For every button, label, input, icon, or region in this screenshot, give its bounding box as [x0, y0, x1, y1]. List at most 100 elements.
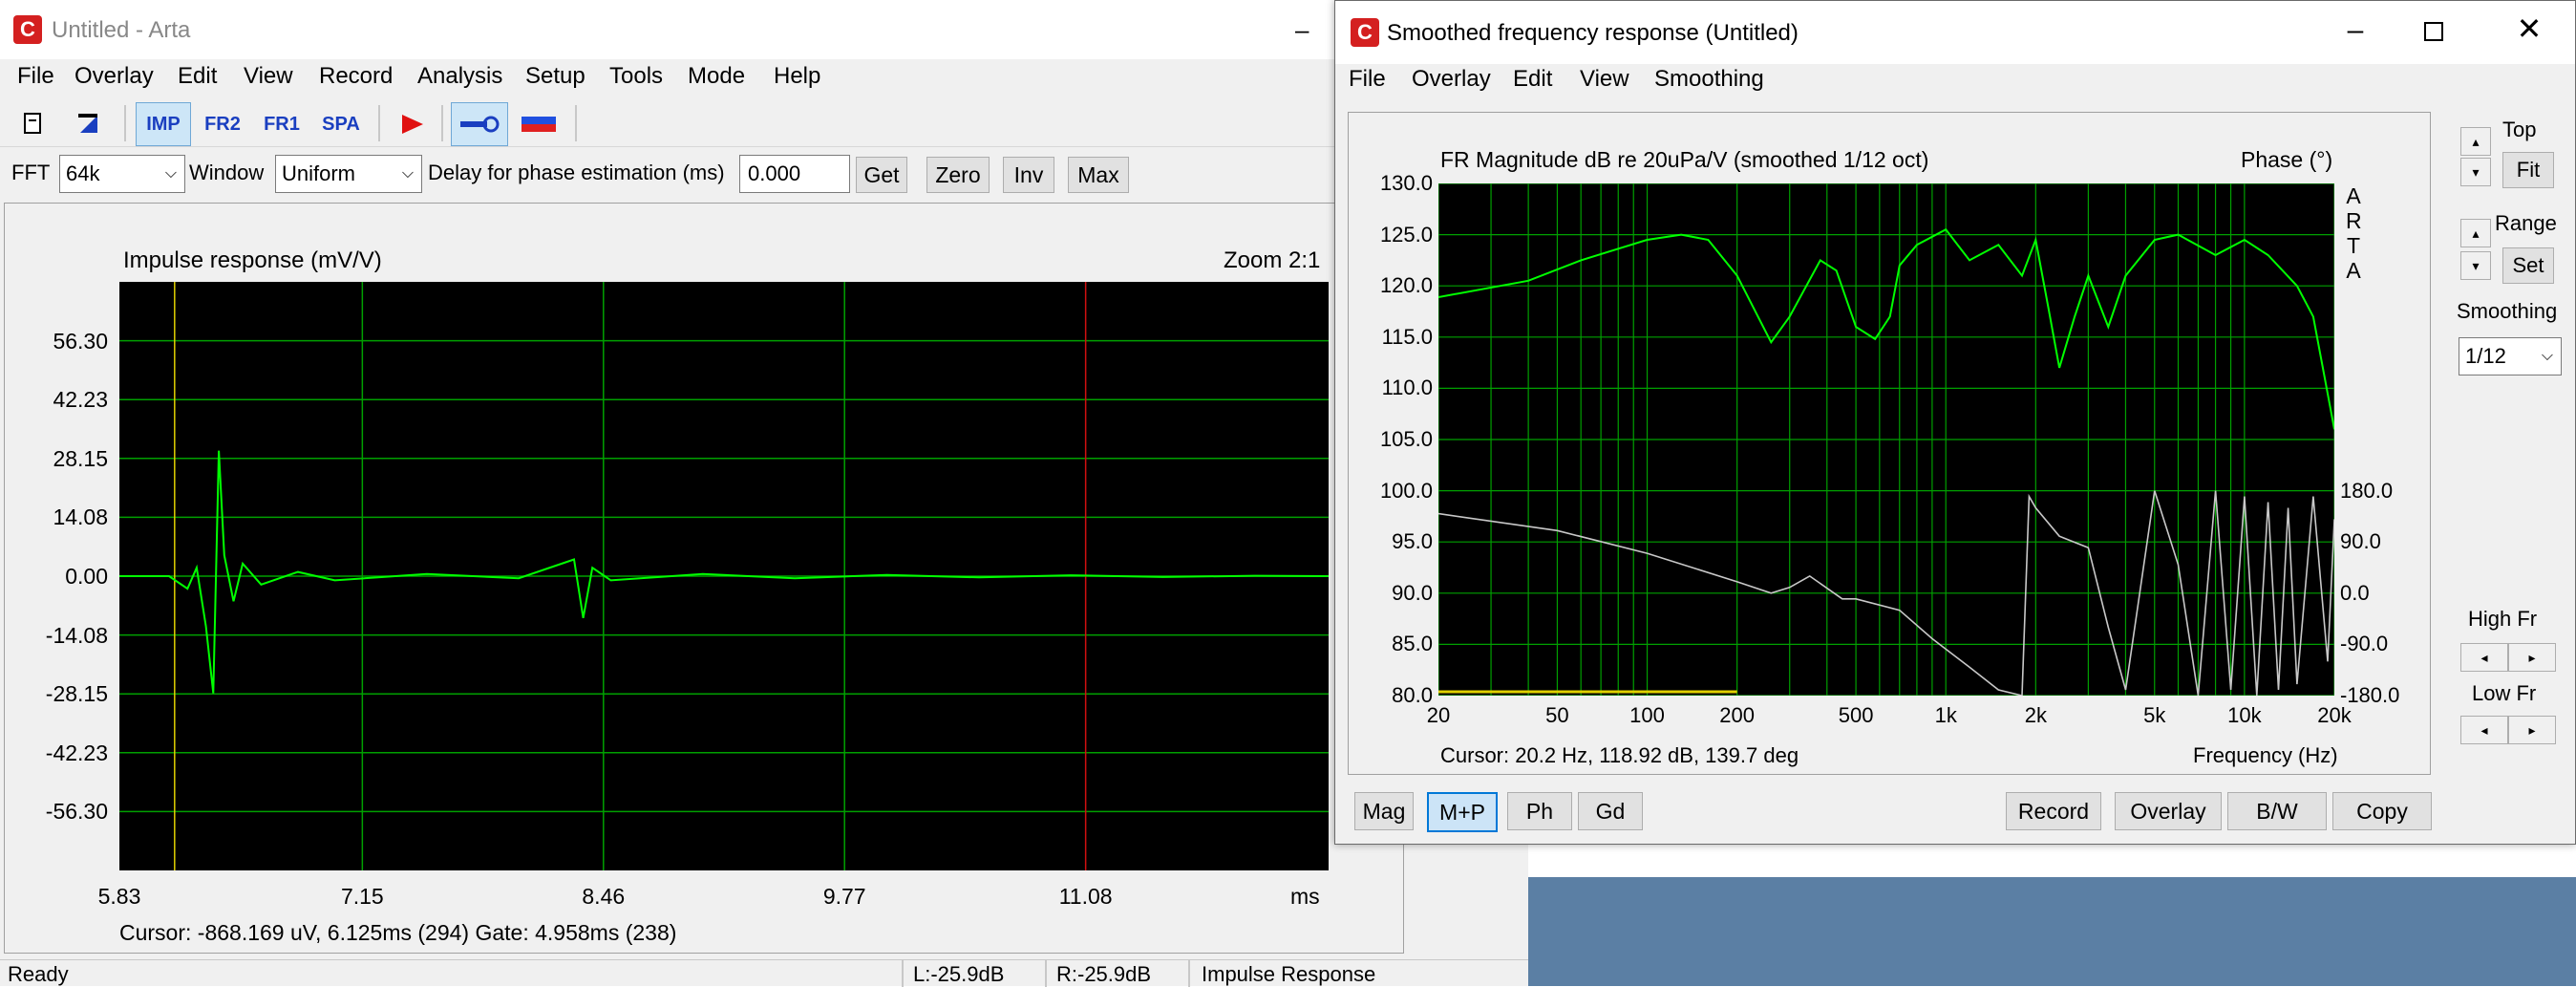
phase-button[interactable]: Ph	[1507, 792, 1572, 830]
status-separator	[1045, 960, 1047, 987]
low-fr-right-button[interactable]: ▸	[2508, 716, 2556, 744]
status-right-level: R:-25.9dB	[1056, 962, 1152, 986]
new-file-icon[interactable]	[13, 102, 53, 146]
menu-view[interactable]: View	[1580, 66, 1629, 93]
smoothing-value: 1/12	[2465, 344, 2506, 368]
fr-plot[interactable]	[1438, 183, 2334, 696]
probe-icon[interactable]	[451, 102, 508, 146]
smoothed-fr-window: C Smoothed frequency response (Untitled)…	[1334, 0, 2576, 845]
toolbar-separator	[378, 105, 380, 141]
y-tick-label: 28.15	[53, 445, 108, 471]
y-tick-label: 14.08	[53, 504, 108, 530]
zoom-label: Zoom 2:1	[1224, 247, 1321, 273]
impulse-plot-title: Impulse response (mV/V)	[123, 247, 382, 273]
smoothing-label: Smoothing	[2457, 299, 2558, 323]
menu-overlay[interactable]: Overlay	[75, 63, 154, 90]
fit-button[interactable]: Fit	[2502, 152, 2554, 188]
smoothing-select[interactable]: 1/12 ⌵	[2459, 337, 2562, 375]
y-tick-label: 115.0	[1381, 324, 1433, 349]
main-titlebar: C Untitled - Arta –	[0, 0, 1528, 59]
set-button[interactable]: Set	[2502, 247, 2554, 284]
fr-chart-svg	[1438, 183, 2334, 696]
impulse-plot[interactable]	[119, 282, 1329, 870]
fr1-mode-button[interactable]: FR1	[254, 102, 309, 146]
max-button[interactable]: Max	[1068, 157, 1129, 193]
close-icon[interactable]: ✕	[2510, 11, 2548, 49]
arta-vertical-label: A R T A	[2346, 183, 2362, 283]
menu-tools[interactable]: Tools	[609, 63, 663, 90]
x-tick-label: 1k	[1934, 703, 1957, 727]
range-up-button[interactable]: ▴	[2460, 219, 2491, 247]
group-delay-button[interactable]: Gd	[1578, 792, 1643, 830]
high-fr-right-button[interactable]: ▸	[2508, 643, 2556, 672]
arta-letter: A	[2346, 183, 2361, 208]
window-type-value: Uniform	[282, 161, 356, 185]
delay-label: Delay for phase estimation (ms)	[428, 161, 725, 184]
window-type-select[interactable]: Uniform ⌵	[275, 155, 422, 193]
fft-size-value: 64k	[66, 161, 100, 185]
high-fr-left-button[interactable]: ◂	[2460, 643, 2508, 672]
magnitude-trace	[1438, 227, 2334, 430]
arta-letter: A	[2346, 258, 2361, 283]
main-window: C Untitled - Arta – File Overlay Edit Vi…	[0, 0, 1528, 987]
arta-letter: T	[2346, 233, 2361, 258]
menu-file[interactable]: File	[1349, 66, 1386, 93]
range-label: Range	[2495, 211, 2557, 235]
top-down-button[interactable]: ▾	[2460, 158, 2491, 186]
minimize-icon[interactable]: –	[2336, 14, 2374, 47]
delay-input[interactable]: 0.000	[739, 155, 850, 193]
status-left-level: L:-25.9dB	[913, 962, 1005, 986]
x-tick-label: 8.46	[582, 884, 626, 909]
x-tick-label: 20	[1426, 703, 1451, 727]
phase-tick-label: 180.0	[2340, 478, 2394, 503]
mag-phase-button[interactable]: M+P	[1427, 792, 1498, 832]
main-toolbar: IMP FR2 FR1 SPA	[0, 99, 1528, 147]
y-tick-label: -28.15	[45, 681, 108, 707]
main-window-title: Untitled - Arta	[52, 17, 191, 43]
x-tick-label: 5.83	[97, 884, 141, 909]
open-file-icon[interactable]	[69, 102, 109, 146]
menu-edit[interactable]: Edit	[178, 63, 217, 90]
invert-button[interactable]: Inv	[1003, 157, 1054, 193]
menu-overlay[interactable]: Overlay	[1412, 66, 1491, 93]
get-button[interactable]: Get	[856, 157, 907, 193]
smooth-window-title: Smoothed frequency response (Untitled)	[1387, 20, 1799, 46]
overlay-button[interactable]: Overlay	[2115, 792, 2222, 830]
x-tick-label: 10k	[2227, 703, 2262, 727]
spa-mode-button[interactable]: SPA	[313, 102, 369, 146]
range-down-button[interactable]: ▾	[2460, 251, 2491, 280]
menu-edit[interactable]: Edit	[1513, 66, 1552, 93]
fft-settings-row: FFT 64k ⌵ Window Uniform ⌵ Delay for pha…	[0, 151, 1528, 197]
play-record-icon[interactable]	[390, 102, 434, 146]
maximize-icon[interactable]	[2424, 22, 2443, 41]
menu-view[interactable]: View	[244, 63, 293, 90]
menu-help[interactable]: Help	[774, 63, 820, 90]
x-tick-label: 11.08	[1058, 884, 1113, 909]
minimize-icon[interactable]: –	[1295, 15, 1318, 44]
menu-file[interactable]: File	[17, 63, 54, 90]
record-button[interactable]: Record	[2006, 792, 2101, 830]
menu-record[interactable]: Record	[319, 63, 393, 90]
copy-button[interactable]: Copy	[2332, 792, 2432, 830]
imp-mode-button[interactable]: IMP	[136, 102, 191, 146]
bw-button[interactable]: B/W	[2227, 792, 2327, 830]
menu-smoothing[interactable]: Smoothing	[1654, 66, 1764, 93]
zero-button[interactable]: Zero	[926, 157, 990, 193]
x-tick-label: 9.77	[822, 884, 866, 909]
fr2-mode-button[interactable]: FR2	[195, 102, 250, 146]
x-tick-label: 2k	[2024, 703, 2047, 727]
menu-analysis[interactable]: Analysis	[417, 63, 502, 90]
window-label: Window	[189, 161, 265, 184]
y-tick-label: -14.08	[45, 622, 108, 648]
arta-letter: R	[2346, 208, 2362, 233]
fft-size-select[interactable]: 64k ⌵	[59, 155, 185, 193]
y-tick-label: 100.0	[1379, 478, 1433, 503]
fr-x-unit: Frequency (Hz)	[2193, 743, 2338, 767]
status-separator	[1188, 960, 1190, 987]
low-fr-left-button[interactable]: ◂	[2460, 716, 2508, 744]
spectrum-color-icon[interactable]	[512, 102, 565, 146]
top-up-button[interactable]: ▴	[2460, 127, 2491, 156]
menu-setup[interactable]: Setup	[525, 63, 585, 90]
mag-button[interactable]: Mag	[1354, 792, 1414, 830]
menu-mode[interactable]: Mode	[688, 63, 745, 90]
